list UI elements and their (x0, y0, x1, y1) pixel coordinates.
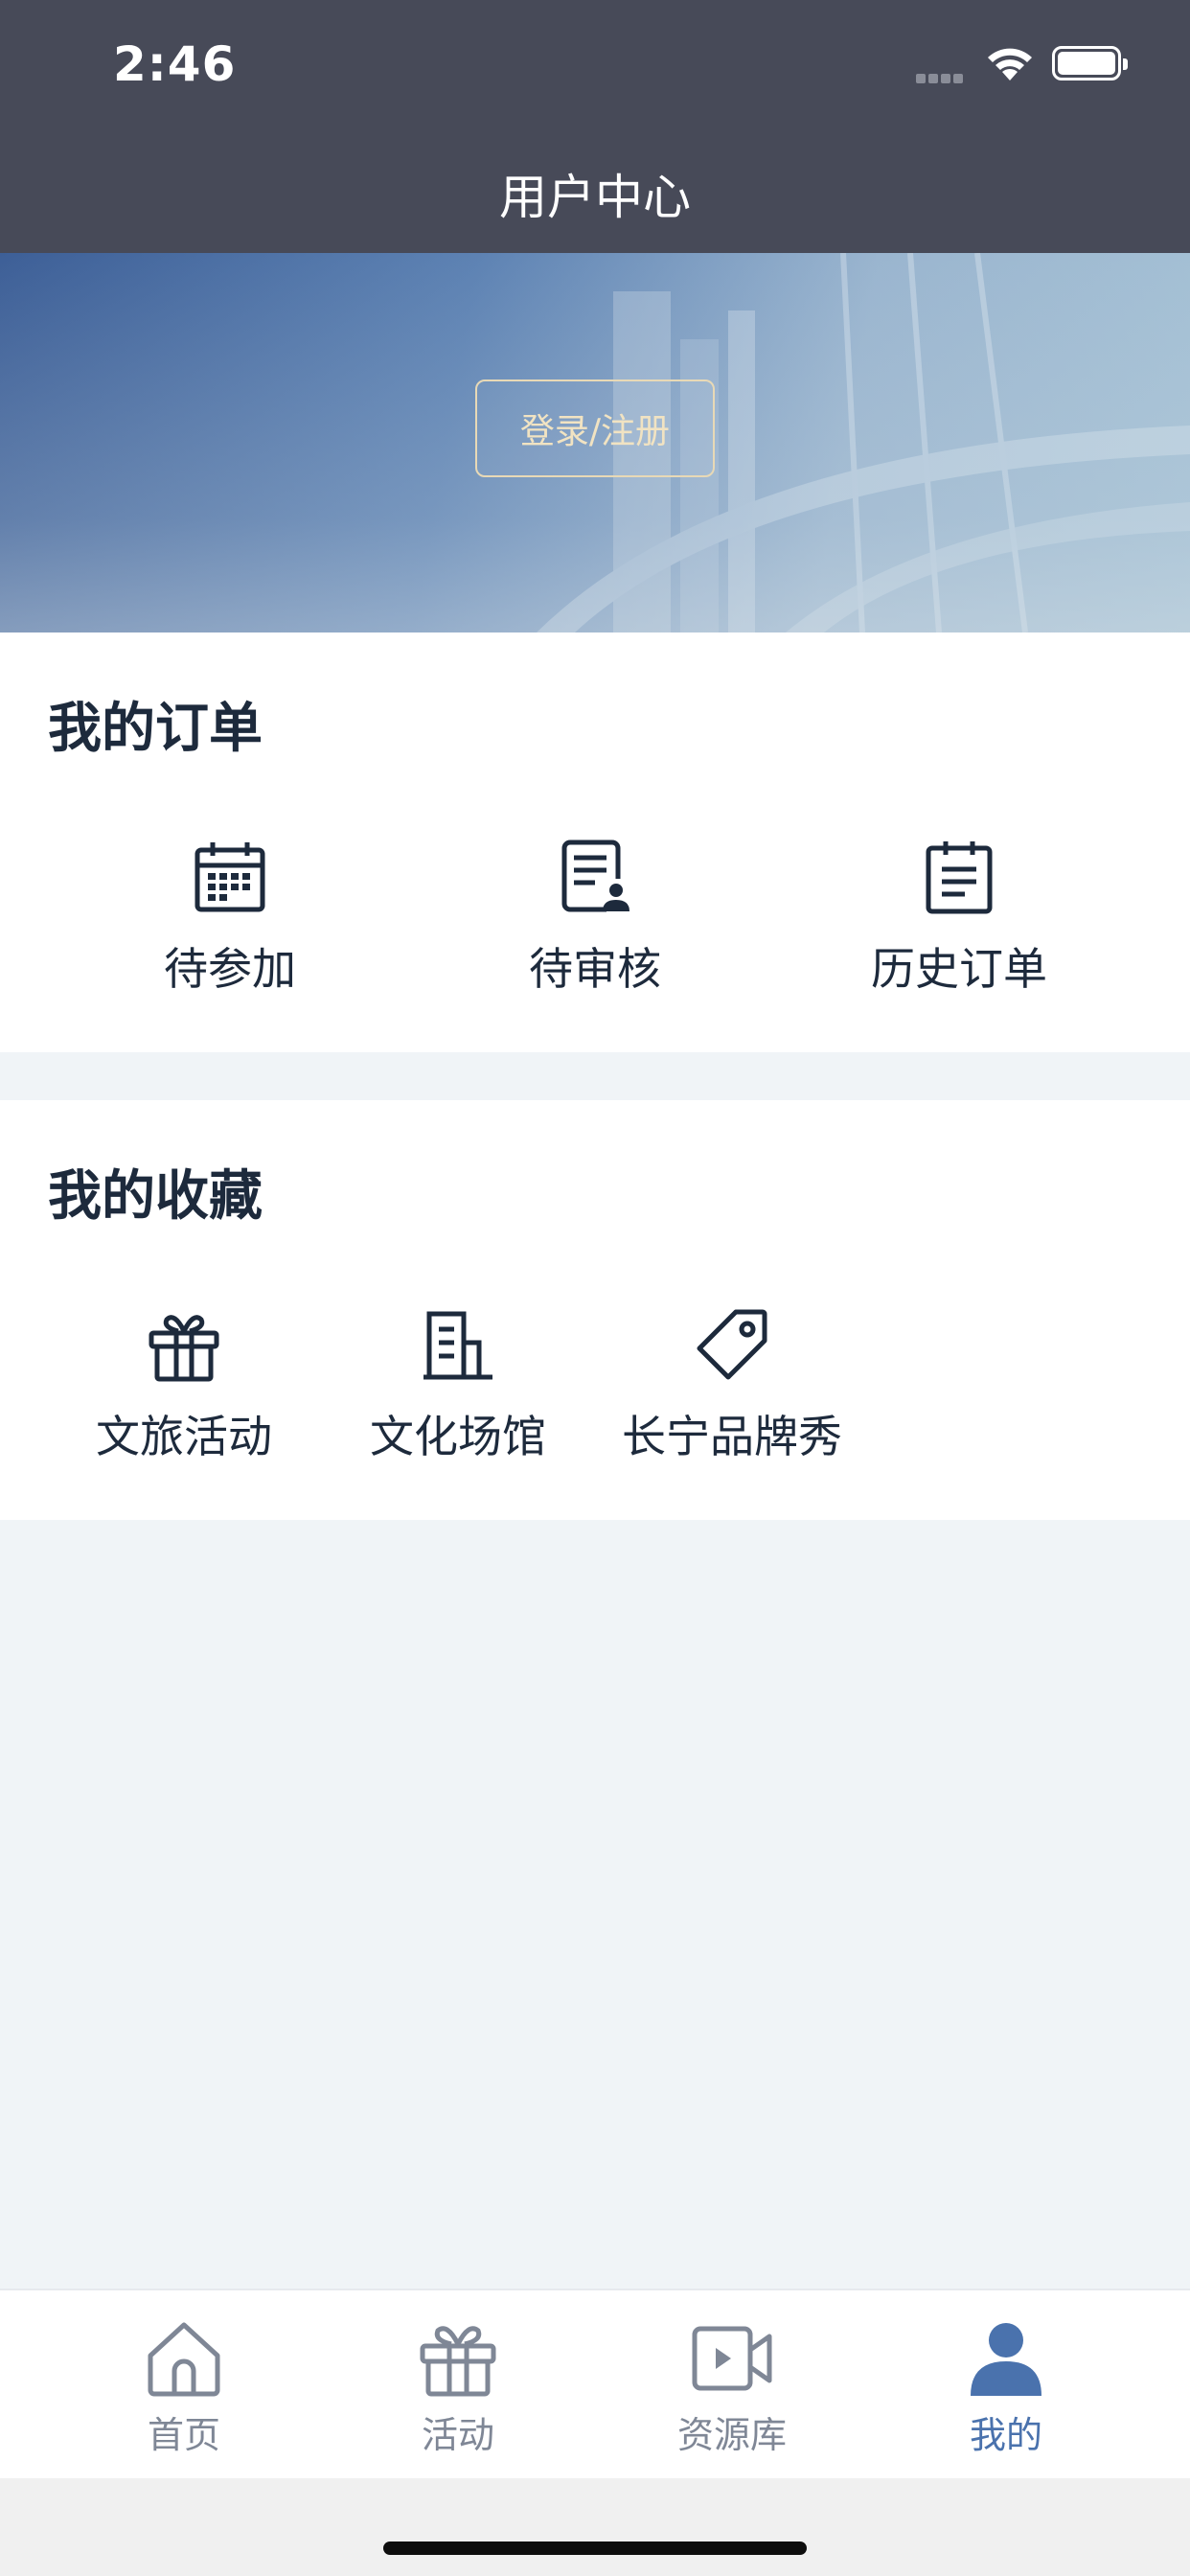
clipboard-icon (926, 841, 993, 914)
calendar-icon (195, 842, 265, 912)
gift-icon (420, 2326, 496, 2397)
tab-activities[interactable]: 活动 (362, 2317, 554, 2458)
tab-mine[interactable]: 我的 (910, 2317, 1102, 2458)
tab-label: 资源库 (676, 2414, 787, 2456)
page-title: 用户中心 (499, 170, 691, 225)
favorite-item-label: 长宁品牌秀 (622, 1411, 842, 1462)
status-bar: 2:46 (0, 0, 1190, 130)
tab-label: 我的 (969, 2414, 1042, 2456)
home-indicator-area (0, 2478, 1190, 2576)
favorite-venues[interactable]: 文化场馆 (362, 1306, 554, 1465)
tab-label: 活动 (421, 2414, 494, 2456)
hero-banner: 登录/注册 (0, 253, 1190, 632)
login-register-button[interactable]: 登录/注册 (475, 380, 715, 477)
tab-home[interactable]: 首页 (88, 2317, 280, 2458)
bottom-tab-bar: 首页 活动 资源库 我的 (0, 2288, 1190, 2478)
favorite-item-label: 文化场馆 (370, 1411, 546, 1462)
home-indicator[interactable] (383, 2542, 807, 2555)
order-item-label: 待审核 (529, 943, 661, 995)
nav-bar: 用户中心 (0, 130, 1190, 253)
wifi-icon (985, 44, 1035, 86)
my-favorites-card: 我的收藏 文旅活动 文化场馆 长宁品牌秀 (0, 1100, 1190, 1520)
document-user-icon (561, 840, 629, 912)
signal-icon (916, 69, 966, 87)
order-item-label: 待参加 (164, 943, 296, 995)
status-time: 2:46 (113, 36, 237, 92)
battery-icon (1052, 46, 1128, 80)
home-icon (148, 2322, 220, 2397)
order-pending-review[interactable]: 待审核 (499, 839, 691, 998)
favorite-item-label: 文旅活动 (96, 1411, 272, 1462)
my-orders-card: 我的订单 待参加 待审核 历史订单 (0, 632, 1190, 1052)
my-orders-title: 我的订单 (48, 698, 263, 760)
video-icon (692, 2326, 772, 2391)
my-favorites-title: 我的收藏 (48, 1165, 263, 1228)
order-history[interactable]: 历史订单 (863, 839, 1055, 998)
building-icon (423, 1311, 492, 1380)
favorite-brand-show[interactable]: 长宁品牌秀 (622, 1306, 842, 1465)
gift-icon (149, 1315, 219, 1382)
order-pending-attend[interactable]: 待参加 (134, 839, 326, 998)
tag-icon (697, 1309, 767, 1380)
order-item-label: 历史订单 (871, 943, 1047, 995)
favorite-culture-tourism[interactable]: 文旅活动 (88, 1306, 280, 1465)
tab-resources[interactable]: 资源库 (636, 2317, 828, 2458)
user-icon (971, 2323, 1041, 2396)
tab-label: 首页 (147, 2414, 220, 2456)
